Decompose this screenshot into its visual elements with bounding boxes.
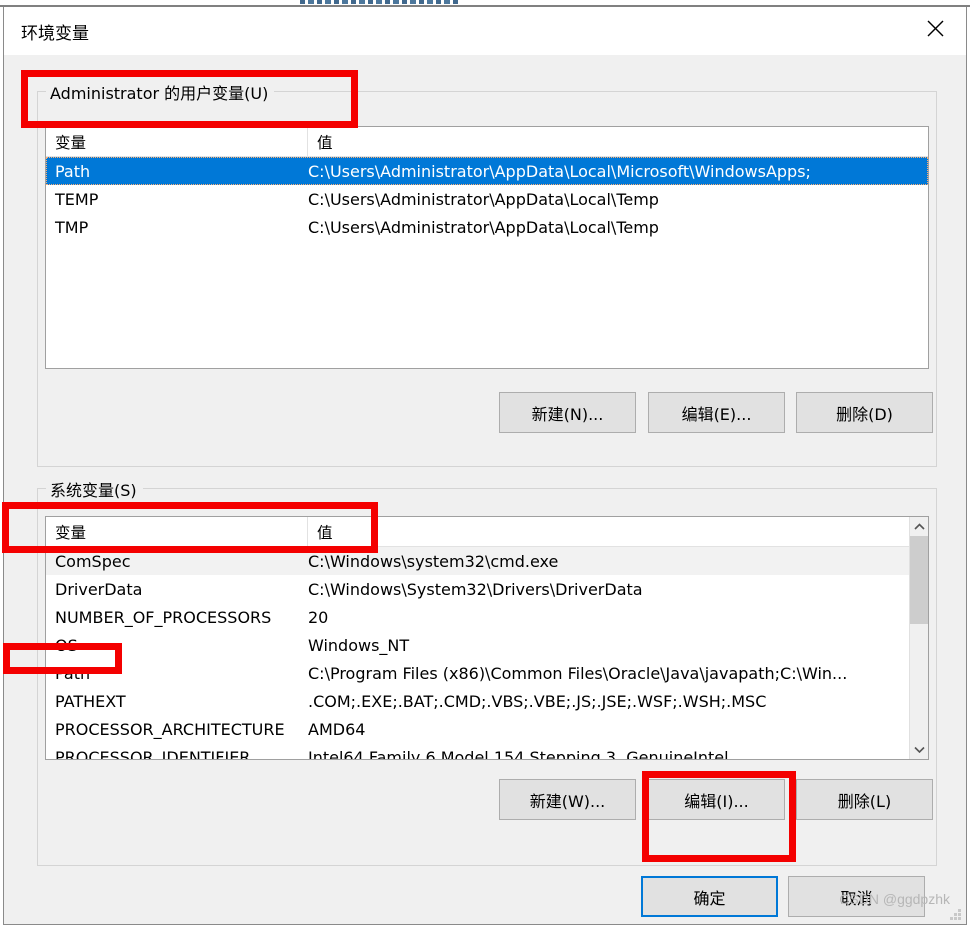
system-variables-legend: 系统变量(S) — [46, 477, 143, 501]
variable-name: TMP — [55, 217, 89, 237]
system-variables-scrollbar[interactable] — [909, 517, 928, 759]
user-new-button[interactable]: 新建(N)... — [499, 392, 636, 433]
table-row[interactable]: Path C:\Users\Administrator\AppData\Loca… — [46, 157, 928, 185]
variable-name: ComSpec — [55, 551, 131, 571]
variable-value: C:\Users\Administrator\AppData\Local\Tem… — [308, 217, 659, 237]
user-variables-rows: Path C:\Users\Administrator\AppData\Loca… — [46, 157, 928, 368]
user-edit-button[interactable]: 编辑(E)... — [648, 392, 785, 433]
background-window-titlebar — [300, 0, 460, 4]
variable-value: C:\Users\Administrator\AppData\Local\Mic… — [308, 161, 811, 181]
table-row[interactable]: OS Windows_NT — [46, 631, 909, 659]
scrollbar-thumb[interactable] — [910, 536, 928, 624]
system-variables-column-name[interactable]: 变量 — [46, 517, 308, 547]
system-delete-button[interactable]: 删除(L) — [796, 779, 933, 820]
table-row[interactable]: PROCESSOR_IDENTIFIER Intel64 Family 6 Mo… — [46, 743, 909, 760]
system-edit-button[interactable]: 编辑(I)... — [648, 779, 785, 820]
table-row[interactable]: TMP C:\Users\Administrator\AppData\Local… — [46, 213, 928, 241]
variable-value: C:\Program Files (x86)\Common Files\Orac… — [308, 663, 848, 683]
system-variables-column-value[interactable]: 值 — [308, 517, 928, 547]
table-row[interactable]: PROCESSOR_ARCHITECTURE AMD64 — [46, 715, 909, 743]
variable-name: DriverData — [55, 579, 143, 599]
watermark-text: CSDN @ggdpzhk — [839, 891, 950, 907]
table-row[interactable]: DriverData C:\Windows\System32\Drivers\D… — [46, 575, 909, 603]
variable-name: OS — [55, 635, 78, 655]
system-variables-rows: ComSpec C:\Windows\system32\cmd.exe Driv… — [46, 547, 909, 759]
background-window-strip — [0, 0, 970, 7]
dialog-body: Administrator 的用户变量(U) 变量 值 Path C:\User… — [4, 55, 966, 923]
variable-name: PROCESSOR_ARCHITECTURE — [55, 719, 285, 739]
table-row[interactable]: PATHEXT .COM;.EXE;.BAT;.CMD;.VBS;.VBE;.J… — [46, 687, 909, 715]
variable-value: C:\Windows\system32\cmd.exe — [308, 551, 559, 571]
system-new-button[interactable]: 新建(W)... — [499, 779, 636, 820]
user-variables-column-name[interactable]: 变量 — [46, 127, 308, 157]
dialog-titlebar: 环境变量 — [4, 7, 966, 55]
variable-value: C:\Users\Administrator\AppData\Local\Tem… — [308, 189, 659, 209]
variable-value: Intel64 Family 6 Model 154 Stepping 3, G… — [308, 747, 729, 760]
table-row[interactable]: NUMBER_OF_PROCESSORS 20 — [46, 603, 909, 631]
ok-button[interactable]: 确定 — [641, 876, 778, 917]
variable-name: Path — [55, 161, 91, 181]
table-row[interactable]: ComSpec C:\Windows\system32\cmd.exe — [46, 547, 909, 575]
user-delete-button[interactable]: 删除(D) — [796, 392, 933, 433]
variable-name: NUMBER_OF_PROCESSORS — [55, 607, 272, 627]
chevron-down-icon[interactable] — [910, 740, 928, 759]
user-variables-legend: Administrator 的用户变量(U) — [46, 80, 275, 104]
environment-variables-dialog: 环境变量 Administrator 的用户变量(U) 变量 值 Path C:… — [3, 7, 967, 925]
dialog-title: 环境变量 — [21, 24, 89, 44]
system-variables-list-header: 变量 值 — [46, 517, 928, 547]
resize-grip[interactable] — [949, 908, 961, 920]
table-row[interactable]: Path C:\Program Files (x86)\Common Files… — [46, 659, 909, 687]
variable-value: C:\Windows\System32\Drivers\DriverData — [308, 579, 643, 599]
variable-name: PROCESSOR_IDENTIFIER — [55, 747, 251, 760]
variable-value: .COM;.EXE;.BAT;.CMD;.VBS;.VBE;.JS;.JSE;.… — [308, 691, 767, 711]
variable-value: 20 — [308, 607, 329, 627]
system-variables-list[interactable]: 变量 值 ComSpec C:\Windows\system32\cmd.exe… — [45, 516, 929, 760]
variable-name: TEMP — [55, 189, 99, 209]
close-icon[interactable] — [904, 7, 966, 49]
variable-name: Path — [55, 663, 91, 683]
variable-value: AMD64 — [308, 719, 366, 739]
user-variables-column-value[interactable]: 值 — [308, 127, 928, 157]
user-variables-list-header: 变量 值 — [46, 127, 928, 157]
chevron-up-icon[interactable] — [910, 517, 928, 536]
variable-value: Windows_NT — [308, 635, 410, 655]
variable-name: PATHEXT — [55, 691, 126, 711]
user-variables-list[interactable]: 变量 值 Path C:\Users\Administrator\AppData… — [45, 126, 929, 369]
table-row[interactable]: TEMP C:\Users\Administrator\AppData\Loca… — [46, 185, 928, 213]
